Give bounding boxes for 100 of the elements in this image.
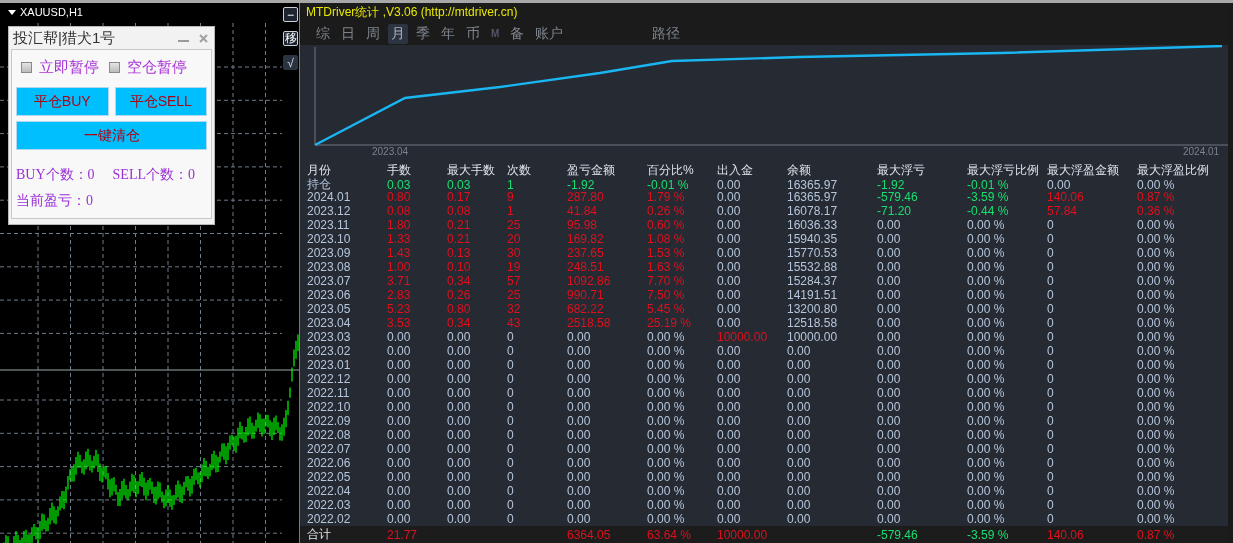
tab[interactable]: 月 <box>388 23 408 44</box>
table-cell: 2024.01 <box>307 190 351 204</box>
table-cell: 0.00 <box>877 372 901 386</box>
table-cell: 0.00 <box>567 484 591 498</box>
table-cell: 2023.03 <box>307 330 351 344</box>
table-cell: 95.98 <box>567 218 598 232</box>
table-cell: 14191.51 <box>787 288 838 302</box>
table-cell: 0.00 % <box>967 330 1005 344</box>
table-cell: 682.22 <box>567 302 604 316</box>
table-cell: 0.00 % <box>647 344 685 358</box>
table-cell: 0 <box>1047 316 1054 330</box>
table-cell: 0 <box>507 428 514 442</box>
table-cell: 2022.08 <box>307 428 351 442</box>
table-cell: 0 <box>507 344 514 358</box>
table-cell: 0.00 % <box>967 260 1005 274</box>
table-cell: -1.92 <box>567 177 595 192</box>
tab[interactable]: 季 <box>413 23 433 44</box>
table-cell: 1.33 <box>387 232 411 246</box>
table-cell: 1.00 <box>387 260 411 274</box>
table-cell: 0.00 <box>717 456 741 470</box>
table-cell: 0.00 <box>567 330 591 344</box>
table-cell: 0 <box>1047 344 1054 358</box>
checkbox-label[interactable]: 空仓暂停 <box>127 57 187 77</box>
table-cell: 0.00 <box>877 428 901 442</box>
chart-side-button[interactable]: √ <box>283 55 298 70</box>
table-cell: 0.00 <box>877 498 901 512</box>
table-cell: 0.00 <box>717 470 741 484</box>
table-cell: 3.71 <box>387 274 411 288</box>
tab[interactable]: 周 <box>363 23 383 44</box>
chart-symbol: XAUUSD,H1 <box>20 6 83 18</box>
checkbox-label[interactable]: 立即暂停 <box>39 57 99 77</box>
table-cell: 0 <box>507 372 514 386</box>
table-cell: 0.00 <box>877 316 901 330</box>
tab[interactable]: 年 <box>438 23 458 44</box>
table-cell: 0.00 <box>567 386 591 400</box>
table-cell: 16036.33 <box>787 218 838 232</box>
table-cell: 0.00 <box>787 428 811 442</box>
table-cell: 0 <box>1047 386 1054 400</box>
table-cell: 0.17 <box>447 190 471 204</box>
table-cell: 0.00 <box>877 386 901 400</box>
table-cell: 2022.09 <box>307 414 351 428</box>
table-cell: 15770.53 <box>787 246 838 260</box>
table-cell: 0.13 <box>447 246 471 260</box>
action-button[interactable]: 一键清仓 <box>16 121 207 150</box>
tab[interactable]: 账户 <box>532 23 567 44</box>
table-cell: 0.00 <box>877 456 901 470</box>
table-cell: 25 <box>507 288 521 302</box>
table-cell: 140.06 <box>1047 190 1084 204</box>
table-cell: 0.00 % <box>967 512 1005 526</box>
table-cell: 0 <box>507 484 514 498</box>
chart-side-button[interactable]: 移 <box>283 31 298 46</box>
table-cell: 1.53 % <box>647 246 685 260</box>
table-cell: 0.00 <box>787 358 811 372</box>
table-cell: 0 <box>1047 400 1054 414</box>
tab[interactable]: 综 <box>313 23 333 44</box>
table-cell: 0 <box>1047 246 1054 260</box>
table-cell: 0.03 <box>447 177 471 192</box>
table-cell: 0.00 <box>447 358 471 372</box>
table-cell: 0.00 <box>387 442 411 456</box>
window-title: MTDriver统计 ,V3.06 (http://mtdriver.cn) <box>300 3 1228 22</box>
table-cell: 0 <box>1047 330 1054 344</box>
table-cell: 0.00 % <box>967 358 1005 372</box>
table-cell: 0.00 <box>387 498 411 512</box>
table-cell: 0.00 <box>717 442 741 456</box>
dropdown-icon[interactable] <box>8 9 16 15</box>
table-cell: 0.00 % <box>967 428 1005 442</box>
tab[interactable]: 日 <box>338 23 358 44</box>
table-cell: 0 <box>1047 302 1054 316</box>
table-cell: 1.63 % <box>647 260 685 274</box>
table-cell: 2022.05 <box>307 470 351 484</box>
checkbox[interactable] <box>21 61 32 73</box>
table-cell: 0.00 % <box>1137 246 1175 260</box>
tab[interactable]: 路径 <box>649 23 684 44</box>
table-cell: 0.00 % <box>647 330 685 344</box>
tab[interactable]: 币 <box>463 23 483 44</box>
table-cell: 0.00 % <box>1137 428 1175 442</box>
action-button[interactable]: 平仓BUY <box>16 87 109 116</box>
table-cell: 0 <box>507 414 514 428</box>
table-cell: 0.00 <box>717 177 741 192</box>
close-icon[interactable] <box>199 33 208 43</box>
table-cell: 0.00 % <box>967 274 1005 288</box>
table-cell: 16365.97 <box>787 190 838 204</box>
chart-side-button[interactable]: − <box>283 7 298 22</box>
table-cell: 2518.58 <box>567 316 611 330</box>
table-cell: 0.00 % <box>967 442 1005 456</box>
action-button[interactable]: 平仓SELL <box>114 87 207 116</box>
table-cell: 990.71 <box>567 288 604 302</box>
table-cell: 0.00 % <box>967 372 1005 386</box>
table-cell: 0.00 % <box>1137 442 1175 456</box>
table-cell: 0.00 <box>877 330 901 344</box>
table-cell: 0.00 <box>877 288 901 302</box>
table-cell: 41.84 <box>567 204 598 218</box>
axis-label: 2023.04 <box>372 146 409 157</box>
column-header: 最大手数 <box>447 162 495 179</box>
table-cell: -579.46 <box>877 527 918 542</box>
checkbox[interactable] <box>109 61 120 73</box>
table-cell: 5.23 <box>387 302 411 316</box>
table-cell: 0.00 <box>787 442 811 456</box>
tab[interactable]: 备 <box>507 23 528 44</box>
table-cell: 9 <box>507 190 514 204</box>
